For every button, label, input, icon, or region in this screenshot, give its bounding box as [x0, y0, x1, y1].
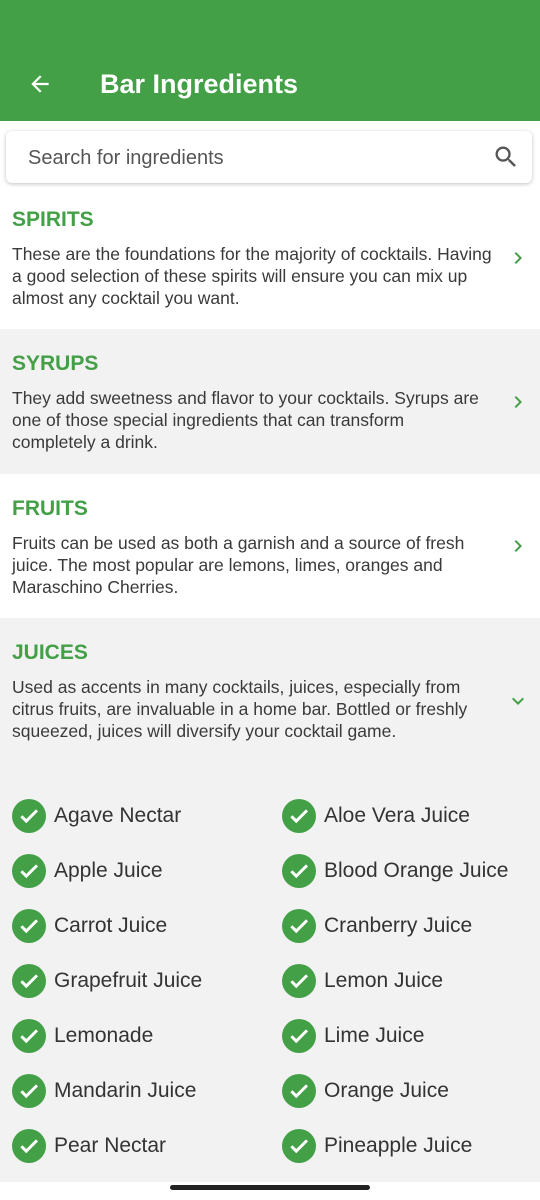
chevron-right-icon[interactable]	[506, 390, 530, 414]
check-circle-icon[interactable]	[282, 1129, 316, 1163]
check-circle-icon[interactable]	[282, 909, 316, 943]
arrow-left-icon	[31, 75, 49, 93]
ingredient-label: Grapefruit Juice	[54, 969, 203, 992]
ingredient-item[interactable]: Orange Juice	[282, 1071, 449, 1111]
page-title: Bar Ingredients	[100, 69, 299, 99]
category-title: SPIRITS	[12, 208, 94, 231]
ingredient-item[interactable]: Mandarin Juice	[12, 1071, 196, 1111]
ingredient-label: Lemonade	[54, 1024, 154, 1047]
ingredient-label: Orange Juice	[324, 1079, 449, 1102]
chevron-down-icon[interactable]	[506, 689, 530, 713]
check-circle-icon[interactable]	[282, 964, 316, 998]
category-description: They add sweetness and flavor to your co…	[12, 388, 479, 452]
category-spirits[interactable]: SPIRITS These are the foundations for th…	[0, 187, 540, 329]
ingredient-label: Apple Juice	[54, 859, 163, 882]
ingredient-item[interactable]: Blood Orange Juice	[282, 851, 508, 891]
chevron-right-icon[interactable]	[506, 534, 530, 558]
check-circle-icon[interactable]	[12, 964, 46, 998]
ingredient-label: Blood Orange Juice	[324, 859, 509, 882]
ingredient-label: Aloe Vera Juice	[324, 804, 470, 827]
ingredient-label: Pear Nectar	[54, 1134, 167, 1157]
check-circle-icon[interactable]	[282, 799, 316, 833]
ingredient-item[interactable]: Apple Juice	[12, 851, 163, 891]
ingredient-item[interactable]: Lime Juice	[282, 1016, 424, 1056]
home-indicator	[170, 1185, 370, 1190]
search-input[interactable]	[26, 131, 470, 185]
app-bar: Bar Ingredients	[0, 0, 540, 121]
ingredient-label: Agave Nectar	[54, 804, 182, 827]
search-icon[interactable]	[492, 143, 520, 171]
check-circle-icon[interactable]	[12, 1019, 46, 1053]
category-title: FRUITS	[12, 497, 88, 520]
category-syrups[interactable]: SYRUPS They add sweetness and flavor to …	[0, 329, 540, 474]
ingredient-item[interactable]: Lemonade	[12, 1016, 153, 1056]
ingredient-item[interactable]: Grapefruit Juice	[12, 961, 202, 1001]
back-button[interactable]	[20, 64, 60, 104]
ingredient-item[interactable]: Pear Nectar	[12, 1126, 166, 1166]
chevron-right-icon[interactable]	[506, 246, 530, 270]
ingredient-label: Lime Juice	[324, 1024, 425, 1047]
category-description: These are the foundations for the majori…	[12, 244, 492, 308]
check-circle-icon[interactable]	[282, 854, 316, 888]
category-description: Fruits can be used as both a garnish and…	[12, 533, 465, 597]
ingredient-label: Mandarin Juice	[54, 1079, 197, 1102]
category-description: Used as accents in many cocktails, juice…	[12, 677, 468, 741]
ingredient-item[interactable]: Pineapple Juice	[282, 1126, 472, 1166]
check-circle-icon[interactable]	[282, 1019, 316, 1053]
ingredient-item[interactable]: Carrot Juice	[12, 906, 167, 946]
ingredient-label: Lemon Juice	[324, 969, 444, 992]
ingredient-item[interactable]: Aloe Vera Juice	[282, 796, 470, 836]
ingredient-label: Carrot Juice	[54, 914, 168, 937]
ingredient-label: Cranberry Juice	[324, 914, 473, 937]
search-bar-container	[0, 121, 540, 187]
check-circle-icon[interactable]	[12, 909, 46, 943]
check-circle-icon[interactable]	[282, 1074, 316, 1108]
ingredient-item[interactable]: Agave Nectar	[12, 796, 181, 836]
ingredient-item[interactable]: Cranberry Juice	[282, 906, 472, 946]
search-box	[6, 131, 532, 185]
ingredient-grid: Agave Nectar Aloe Vera Juice Apple Juice Bl…	[0, 790, 540, 1180]
ingredient-label: Pineapple Juice	[324, 1134, 473, 1157]
ingredient-item[interactable]: Lemon Juice	[282, 961, 443, 1001]
check-circle-icon[interactable]	[12, 1129, 46, 1163]
category-title: JUICES	[12, 641, 88, 664]
check-circle-icon[interactable]	[12, 799, 46, 833]
check-circle-icon[interactable]	[12, 854, 46, 888]
category-title: SYRUPS	[12, 352, 99, 375]
category-fruits[interactable]: FRUITS Fruits can be used as both a garn…	[0, 474, 540, 618]
check-circle-icon[interactable]	[12, 1074, 46, 1108]
